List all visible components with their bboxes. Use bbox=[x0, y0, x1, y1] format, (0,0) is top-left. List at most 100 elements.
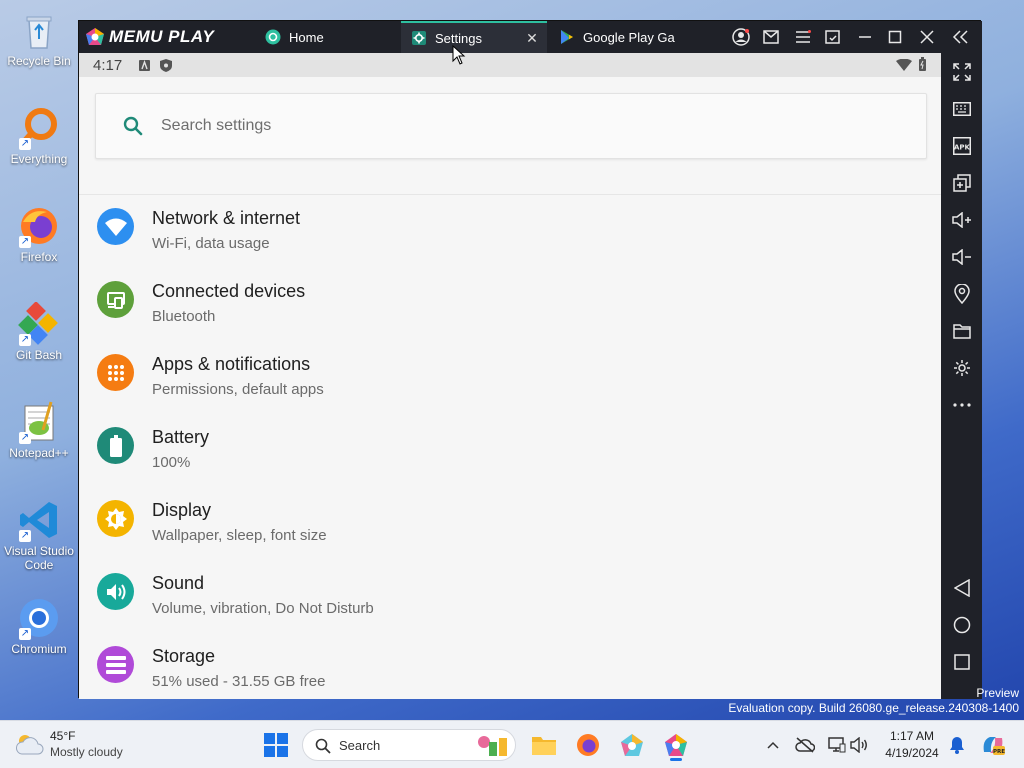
weather-temperature: 45°F bbox=[50, 729, 76, 743]
maximize-icon[interactable] bbox=[885, 27, 905, 47]
tab-home[interactable]: Home bbox=[255, 21, 399, 53]
keyboard-icon[interactable] bbox=[951, 98, 973, 120]
setting-sound[interactable]: Sound Volume, vibration, Do Not Disturb bbox=[79, 561, 941, 634]
weather-widget[interactable]: 45°F Mostly cloudy bbox=[14, 727, 154, 763]
folder-icon[interactable] bbox=[951, 320, 973, 342]
git-bash-icon: ↗ bbox=[17, 301, 61, 346]
desktop-icon-vscode[interactable]: ↗ Visual Studio Code bbox=[2, 498, 76, 572]
desktop-icon-notepadpp[interactable]: ↗ Notepad++ bbox=[2, 400, 76, 460]
search-icon bbox=[123, 116, 143, 136]
home-nav-icon[interactable] bbox=[951, 614, 973, 636]
memu-logo: MEMU PLAY bbox=[85, 27, 214, 47]
windows-logo-icon bbox=[277, 746, 288, 757]
firefox-taskbar-icon[interactable] bbox=[574, 731, 602, 759]
fullscreen-icon[interactable] bbox=[951, 61, 973, 83]
desktop-icon-label: Notepad++ bbox=[9, 446, 69, 460]
recycle-bin-icon bbox=[17, 8, 61, 52]
volume-up-icon[interactable] bbox=[951, 209, 973, 231]
taskbar-search-label: Search bbox=[339, 738, 381, 753]
display-network-icon[interactable] bbox=[826, 734, 848, 756]
setting-title: Storage bbox=[152, 646, 216, 666]
memu-logo-icon bbox=[86, 28, 104, 45]
cloud-sun-icon bbox=[16, 735, 44, 755]
setting-apps-notifications[interactable]: Apps & notifications Permissions, defaul… bbox=[79, 342, 941, 415]
desktop-icon-firefox[interactable]: ↗ Firefox bbox=[2, 204, 76, 264]
setting-connected-devices[interactable]: Connected devices Bluetooth bbox=[79, 269, 941, 342]
mail-icon[interactable] bbox=[761, 27, 781, 47]
apk-icon[interactable]: APK bbox=[951, 135, 973, 157]
android-screen: 4:17 Search settings Network & internet … bbox=[79, 53, 941, 699]
setting-title: Battery bbox=[152, 427, 210, 447]
desktop-icon-everything[interactable]: ↗ Everything bbox=[2, 106, 76, 166]
storage-icon bbox=[97, 646, 134, 683]
copilot-icon[interactable]: PRE bbox=[980, 734, 1006, 756]
clock-date: 4/19/2024 bbox=[885, 746, 939, 760]
notification-bell-icon[interactable] bbox=[946, 734, 968, 756]
volume-down-icon[interactable] bbox=[951, 246, 973, 268]
setting-subtitle: Wi-Fi, data usage bbox=[152, 235, 270, 252]
shortcut-arrow-icon: ↗ bbox=[19, 138, 31, 150]
menu-icon[interactable] bbox=[793, 27, 813, 47]
chevron-up-icon[interactable] bbox=[762, 734, 784, 756]
desktop-icons: Recycle Bin ↗ Everything ↗ Firefox ↗ Git… bbox=[0, 0, 78, 720]
speaker-icon[interactable] bbox=[848, 734, 870, 756]
multi-color-app-icon[interactable] bbox=[618, 731, 646, 759]
collapse-sidebar-icon[interactable] bbox=[951, 27, 971, 47]
setting-title: Sound bbox=[152, 573, 205, 593]
account-icon[interactable] bbox=[731, 27, 751, 47]
desktop-icon-label: Everything bbox=[10, 152, 68, 166]
windows-logo-icon bbox=[264, 733, 275, 744]
search-input[interactable]: Search settings bbox=[95, 93, 927, 159]
recents-nav-icon[interactable] bbox=[951, 651, 973, 673]
start-button[interactable] bbox=[264, 733, 288, 757]
search-icon bbox=[315, 738, 331, 754]
setting-subtitle: Wallpaper, sleep, font size bbox=[152, 527, 327, 544]
memu-taskbar-icon[interactable] bbox=[662, 731, 690, 761]
windows-logo-icon bbox=[264, 746, 275, 757]
desktop-icon-git-bash[interactable]: ↗ Git Bash bbox=[2, 301, 76, 362]
setting-subtitle: Volume, vibration, Do Not Disturb bbox=[152, 600, 374, 617]
sync-window-icon[interactable] bbox=[823, 27, 843, 47]
setting-title: Network & internet bbox=[152, 208, 301, 228]
minimize-icon[interactable] bbox=[855, 27, 875, 47]
setting-display[interactable]: Display Wallpaper, sleep, font size bbox=[79, 488, 941, 561]
home-tab-icon bbox=[265, 29, 281, 45]
taskbar-clock[interactable]: 1:17 AM 4/19/2024 bbox=[880, 728, 944, 762]
multi-instance-icon[interactable] bbox=[951, 172, 973, 194]
tab-settings[interactable]: Settings ✕ bbox=[401, 21, 547, 53]
mouse-cursor-icon bbox=[452, 45, 466, 65]
file-explorer-icon[interactable] bbox=[530, 731, 558, 759]
brightness-icon bbox=[97, 500, 134, 537]
desktop-icon-label: Chromium bbox=[11, 642, 67, 656]
shield-icon bbox=[160, 59, 172, 72]
setting-subtitle: Permissions, default apps bbox=[152, 381, 324, 398]
desktop-icon-chromium[interactable]: ↗ Chromium bbox=[2, 596, 76, 656]
settings-search-area: Search settings bbox=[79, 77, 941, 195]
android-status-bar: 4:17 bbox=[79, 53, 941, 77]
close-icon[interactable] bbox=[917, 27, 937, 47]
tab-close-icon[interactable]: ✕ bbox=[525, 31, 539, 45]
back-nav-icon[interactable] bbox=[951, 577, 973, 599]
notepadpp-icon: ↗ bbox=[17, 400, 61, 444]
desktop-icon-recycle-bin[interactable]: Recycle Bin bbox=[2, 8, 76, 68]
cloud-offline-icon[interactable] bbox=[794, 734, 816, 756]
volume-icon bbox=[97, 573, 134, 610]
setting-network-internet[interactable]: Network & internet Wi-Fi, data usage bbox=[79, 196, 941, 269]
active-app-indicator bbox=[670, 758, 682, 761]
settings-gear-icon[interactable] bbox=[951, 357, 973, 379]
tab-google-play[interactable]: Google Play Ga bbox=[549, 21, 693, 53]
location-icon[interactable] bbox=[951, 283, 973, 305]
desktop-icon-label: Visual Studio Code bbox=[4, 544, 74, 572]
notification-a-icon bbox=[139, 60, 150, 71]
svg-text:PRE: PRE bbox=[993, 749, 1005, 755]
setting-battery[interactable]: Battery 100% bbox=[79, 415, 941, 488]
shortcut-arrow-icon: ↗ bbox=[19, 432, 31, 444]
wifi-icon bbox=[97, 208, 134, 245]
desktop-icon-label: Recycle Bin bbox=[7, 54, 71, 68]
taskbar-search[interactable]: Search bbox=[302, 729, 516, 761]
more-icon[interactable] bbox=[951, 394, 973, 416]
setting-title: Connected devices bbox=[152, 281, 306, 301]
setting-storage[interactable]: Storage 51% used - 31.55 GB free bbox=[79, 634, 941, 699]
shortcut-arrow-icon: ↗ bbox=[19, 236, 31, 248]
wifi-signal-icon bbox=[896, 59, 912, 71]
